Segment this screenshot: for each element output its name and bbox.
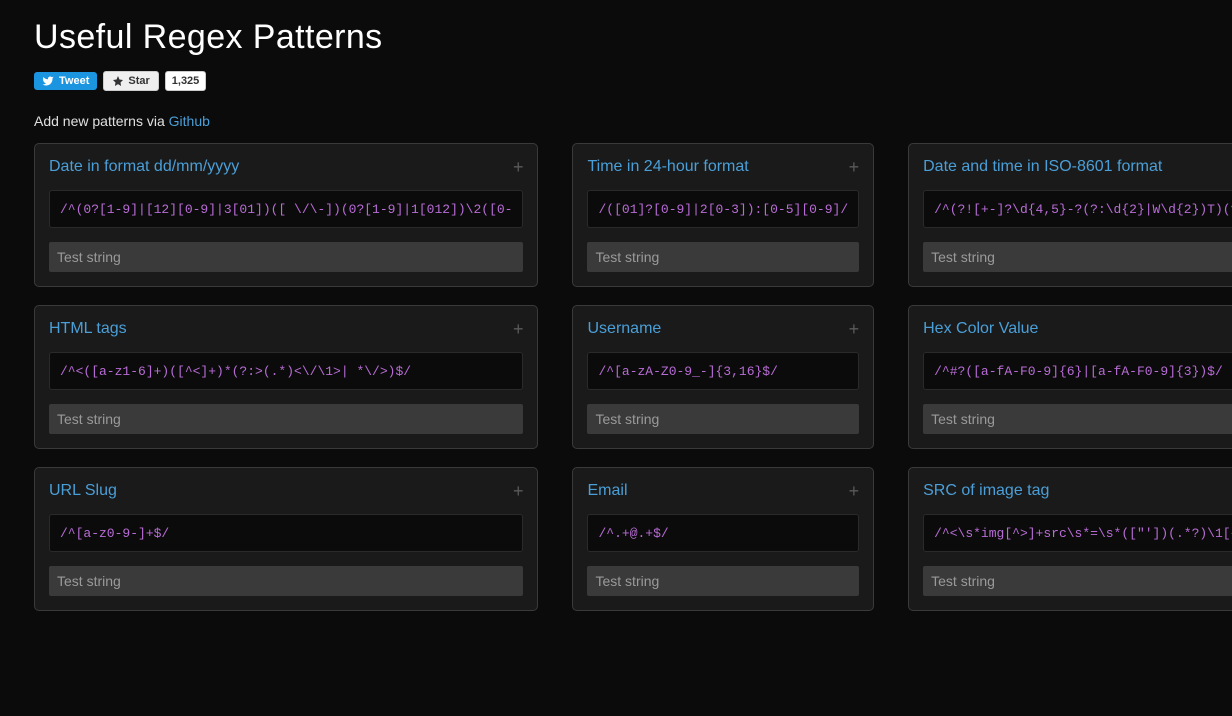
social-row: Tweet Star 1,325 bbox=[34, 71, 1198, 91]
pattern-card: URL Slug + /^[a-z0-9-]+$/ bbox=[34, 467, 538, 611]
add-patterns-text: Add new patterns via Github bbox=[34, 113, 1198, 129]
github-link[interactable]: Github bbox=[169, 113, 210, 129]
regex-display: /^<([a-z1-6]+)([^<]+)*(?:>(.*)<\/\1>| *\… bbox=[49, 352, 523, 390]
test-string-input[interactable] bbox=[923, 566, 1232, 596]
plus-icon[interactable]: + bbox=[849, 320, 860, 338]
card-header: HTML tags + bbox=[49, 320, 523, 338]
test-string-input[interactable] bbox=[49, 566, 523, 596]
pattern-card: Time in 24-hour format + /([01]?[0-9]|2[… bbox=[572, 143, 874, 287]
test-string-input[interactable] bbox=[923, 242, 1232, 272]
pattern-card: SRC of image tag + /^<\s*img[^>]+src\s*=… bbox=[908, 467, 1232, 611]
plus-icon[interactable]: + bbox=[849, 482, 860, 500]
page-title: Useful Regex Patterns bbox=[34, 18, 1198, 57]
regex-display: /^(0?[1-9]|[12][0-9]|3[01])([ \/\-])(0?[… bbox=[49, 190, 523, 228]
card-title-link[interactable]: Date and time in ISO-8601 format bbox=[923, 158, 1162, 176]
card-title-link[interactable]: Date in format dd/mm/yyyy bbox=[49, 158, 239, 176]
regex-display: /^<\s*img[^>]+src\s*=\s*(["'])(.*?)\1[^>… bbox=[923, 514, 1232, 552]
card-title-link[interactable]: URL Slug bbox=[49, 482, 117, 500]
test-string-input[interactable] bbox=[587, 566, 859, 596]
pattern-card: Date in format dd/mm/yyyy + /^(0?[1-9]|[… bbox=[34, 143, 538, 287]
regex-display: /^[a-z0-9-]+$/ bbox=[49, 514, 523, 552]
card-header: SRC of image tag + bbox=[923, 482, 1232, 500]
pattern-card: Email + /^.+@.+$/ bbox=[572, 467, 874, 611]
card-header: Date in format dd/mm/yyyy + bbox=[49, 158, 523, 176]
star-button[interactable]: Star bbox=[103, 71, 158, 91]
regex-display: /^#?([a-fA-F0-9]{6}|[a-fA-F0-9]{3})$/ bbox=[923, 352, 1232, 390]
star-icon bbox=[112, 75, 124, 87]
card-header: Time in 24-hour format + bbox=[587, 158, 859, 176]
star-count: 1,325 bbox=[165, 71, 207, 91]
plus-icon[interactable]: + bbox=[513, 482, 524, 500]
card-header: URL Slug + bbox=[49, 482, 523, 500]
plus-icon[interactable]: + bbox=[513, 158, 524, 176]
card-title-link[interactable]: Email bbox=[587, 482, 627, 500]
card-header: Date and time in ISO-8601 format + bbox=[923, 158, 1232, 176]
plus-icon[interactable]: + bbox=[849, 158, 860, 176]
card-title-link[interactable]: HTML tags bbox=[49, 320, 127, 338]
regex-display: /([01]?[0-9]|2[0-3]):[0-5][0-9]/ bbox=[587, 190, 859, 228]
tweet-label: Tweet bbox=[59, 75, 89, 87]
pattern-card: Hex Color Value + /^#?([a-fA-F0-9]{6}|[a… bbox=[908, 305, 1232, 449]
card-title-link[interactable]: Hex Color Value bbox=[923, 320, 1038, 338]
card-header: Hex Color Value + bbox=[923, 320, 1232, 338]
pattern-card: Username + /^[a-zA-Z0-9_-]{3,16}$/ bbox=[572, 305, 874, 449]
test-string-input[interactable] bbox=[587, 242, 859, 272]
plus-icon[interactable]: + bbox=[513, 320, 524, 338]
pattern-card: HTML tags + /^<([a-z1-6]+)([^<]+)*(?:>(.… bbox=[34, 305, 538, 449]
regex-display: /^.+@.+$/ bbox=[587, 514, 859, 552]
regex-display: /^(?![+-]?\d{4,5}-?(?:\d{2}|W\d{2})T)(?:… bbox=[923, 190, 1232, 228]
twitter-icon bbox=[42, 75, 54, 87]
test-string-input[interactable] bbox=[587, 404, 859, 434]
test-string-input[interactable] bbox=[923, 404, 1232, 434]
card-header: Username + bbox=[587, 320, 859, 338]
card-title-link[interactable]: Time in 24-hour format bbox=[587, 158, 748, 176]
patterns-grid: Date in format dd/mm/yyyy + /^(0?[1-9]|[… bbox=[34, 143, 1198, 611]
star-label: Star bbox=[128, 75, 149, 87]
card-header: Email + bbox=[587, 482, 859, 500]
regex-display: /^[a-zA-Z0-9_-]{3,16}$/ bbox=[587, 352, 859, 390]
card-title-link[interactable]: SRC of image tag bbox=[923, 482, 1049, 500]
test-string-input[interactable] bbox=[49, 404, 523, 434]
tweet-button[interactable]: Tweet bbox=[34, 72, 97, 90]
card-title-link[interactable]: Username bbox=[587, 320, 661, 338]
subtext-prefix: Add new patterns via bbox=[34, 113, 169, 129]
pattern-card: Date and time in ISO-8601 format + /^(?!… bbox=[908, 143, 1232, 287]
test-string-input[interactable] bbox=[49, 242, 523, 272]
